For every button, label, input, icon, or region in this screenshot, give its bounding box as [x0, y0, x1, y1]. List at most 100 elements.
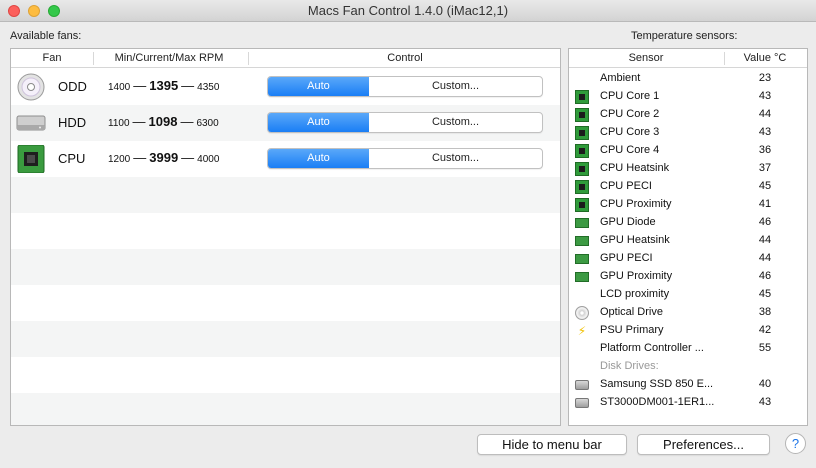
sensor-value: 23	[758, 72, 772, 84]
custom-button[interactable]: Custom...	[369, 113, 542, 132]
sensor-row[interactable]: GPU Diode 46	[569, 214, 807, 232]
hide-to-menu-bar-button[interactable]: Hide to menu bar	[477, 434, 627, 455]
fan-row-odd[interactable]: ODD 1400—1395—4350 Auto Custom...	[11, 69, 560, 105]
cpu-chip-icon	[17, 145, 45, 173]
sensor-row[interactable]: CPU Core 4 36	[569, 142, 807, 160]
sensor-name: Ambient	[600, 72, 641, 84]
help-button[interactable]: ?	[785, 433, 806, 454]
empty-row	[11, 249, 560, 285]
app-window: Macs Fan Control 1.4.0 (iMac12,1) Availa…	[0, 0, 816, 468]
fan-name: CPU	[58, 151, 86, 166]
max-rpm: 4000	[197, 154, 220, 165]
sensor-name: ST3000DM001-1ER1...	[600, 396, 715, 408]
sensor-value: 46	[758, 216, 772, 228]
current-rpm: 1098	[148, 114, 178, 129]
min-rpm: 1200	[108, 154, 131, 165]
auto-button[interactable]: Auto	[268, 113, 369, 132]
sensor-name: Platform Controller ...	[600, 342, 704, 354]
control-column-header[interactable]: Control	[249, 49, 560, 68]
sensor-row[interactable]: CPU Proximity 41	[569, 196, 807, 214]
sensor-name: LCD proximity	[600, 288, 670, 300]
sensor-name: CPU Heatsink	[600, 162, 670, 174]
sensor-value: 44	[758, 108, 772, 120]
sensor-value: 55	[758, 342, 772, 354]
fan-control-segmented: Auto Custom...	[267, 112, 543, 133]
fan-control-segmented: Auto Custom...	[267, 148, 543, 169]
sensor-row[interactable]: CPU Core 3 43	[569, 124, 807, 142]
custom-button[interactable]: Custom...	[369, 77, 542, 96]
sensor-name: CPU PECI	[600, 180, 652, 192]
temps-section-label: Temperature sensors:	[631, 30, 738, 42]
sensor-row[interactable]: ⚡ PSU Primary 42	[569, 322, 807, 340]
sensor-value: 43	[758, 126, 772, 138]
sensor-value: 36	[758, 144, 772, 156]
temperature-table: Sensor Value °C Ambient 23 CPU Core 1 43…	[568, 48, 808, 426]
ssd-drive-icon	[575, 380, 589, 390]
sensor-value: 43	[758, 396, 772, 408]
sensor-row[interactable]: Ambient 23	[569, 70, 807, 88]
hard-drive-icon	[575, 398, 589, 408]
min-rpm: 1100	[108, 118, 130, 129]
sensor-row[interactable]: CPU Heatsink 37	[569, 160, 807, 178]
sensor-row[interactable]: Platform Controller ... 55	[569, 340, 807, 358]
fans-section-label: Available fans:	[10, 30, 82, 42]
hard-drive-icon	[16, 115, 46, 131]
sensor-row[interactable]: Samsung SSD 850 E... 40	[569, 376, 807, 394]
sensor-row[interactable]: GPU PECI 44	[569, 250, 807, 268]
temperature-table-header: Sensor Value °C	[569, 49, 807, 68]
sensor-row[interactable]: CPU Core 2 44	[569, 106, 807, 124]
sensor-row[interactable]: Optical Drive 38	[569, 304, 807, 322]
sensor-value: 40	[758, 378, 772, 390]
auto-button[interactable]: Auto	[268, 77, 369, 96]
sensor-value: 44	[758, 252, 772, 264]
gpu-card-icon	[575, 254, 589, 264]
sensor-value: 44	[758, 234, 772, 246]
sensor-value: 45	[758, 288, 772, 300]
sensor-row[interactable]: CPU Core 1 43	[569, 88, 807, 106]
empty-row	[11, 393, 560, 425]
min-rpm: 1400	[108, 82, 131, 93]
fan-row-cpu[interactable]: CPU 1200—3999—4000 Auto Custom...	[11, 141, 560, 177]
preferences-button[interactable]: Preferences...	[637, 434, 770, 455]
sensor-name: GPU Heatsink	[600, 234, 670, 246]
fan-rpm: 1200—3999—4000	[108, 150, 220, 165]
sensor-value: 42	[758, 324, 772, 336]
cpu-chip-icon	[575, 144, 589, 158]
fan-name: ODD	[58, 79, 87, 94]
custom-button[interactable]: Custom...	[369, 149, 542, 168]
disk-drives-group: Disk Drives:	[569, 358, 807, 376]
auto-button[interactable]: Auto	[268, 149, 369, 168]
sensor-row[interactable]: GPU Proximity 46	[569, 268, 807, 286]
sensor-row[interactable]: CPU PECI 45	[569, 178, 807, 196]
cpu-chip-icon	[575, 108, 589, 122]
sensor-row[interactable]: GPU Heatsink 44	[569, 232, 807, 250]
sensor-name: CPU Core 4	[600, 144, 660, 156]
sensor-value: 38	[758, 306, 772, 318]
window-title: Macs Fan Control 1.4.0 (iMac12,1)	[307, 3, 509, 18]
title-bar[interactable]: Macs Fan Control 1.4.0 (iMac12,1)	[0, 0, 816, 22]
sensor-column-header[interactable]: Sensor	[569, 49, 723, 68]
lightning-bolt-icon: ⚡	[577, 324, 587, 338]
value-column-header[interactable]: Value °C	[725, 49, 805, 68]
fan-control-segmented: Auto Custom...	[267, 76, 543, 97]
fan-row-hdd[interactable]: HDD 1100—1098—6300 Auto Custom...	[11, 105, 560, 141]
sensor-value: 46	[758, 270, 772, 282]
sensor-value: 43	[758, 90, 772, 102]
sensor-value: 37	[758, 162, 772, 174]
sensor-name: CPU Proximity	[600, 198, 672, 210]
current-rpm: 3999	[149, 150, 179, 165]
sensor-name: CPU Core 3	[600, 126, 660, 138]
sensor-row[interactable]: LCD proximity 45	[569, 286, 807, 304]
fan-column-header[interactable]: Fan	[11, 49, 93, 68]
sensor-row[interactable]: ST3000DM001-1ER1... 43	[569, 394, 807, 412]
optical-drive-icon	[575, 306, 589, 320]
rpm-column-header[interactable]: Min/Current/Max RPM	[94, 49, 244, 68]
cpu-chip-icon	[575, 180, 589, 194]
sensor-name: CPU Core 1	[600, 90, 660, 102]
max-rpm: 4350	[197, 82, 220, 93]
sensor-name: Samsung SSD 850 E...	[600, 378, 714, 390]
gpu-card-icon	[575, 272, 589, 282]
sensor-name: PSU Primary	[600, 324, 664, 336]
sensor-name: Optical Drive	[600, 306, 663, 318]
current-rpm: 1395	[149, 78, 179, 93]
